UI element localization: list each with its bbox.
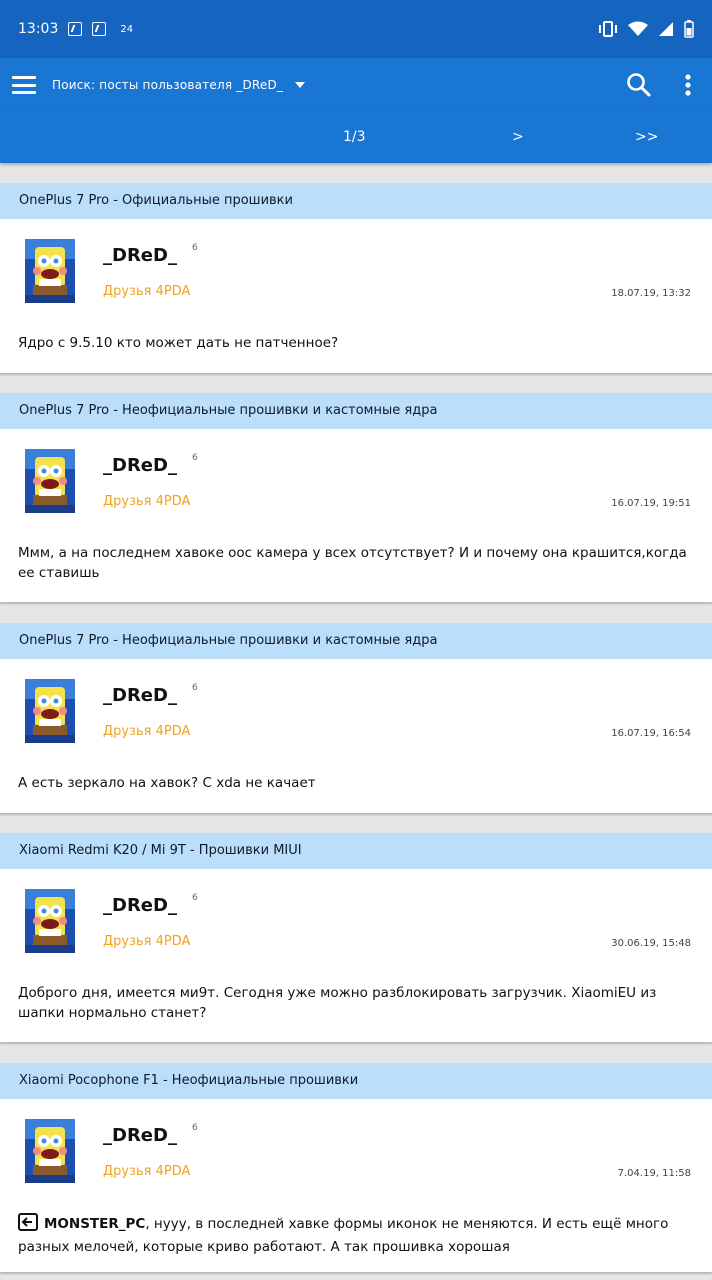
post: Xiaomi Redmi K20 / Mi 9T - Прошивки MIUI… — [0, 833, 712, 1042]
last-page-button[interactable]: >> — [635, 129, 658, 145]
author-group: Друзья 4PDA — [103, 724, 191, 739]
post-text: Ядро с 9.5.10 кто может дать не патченно… — [18, 335, 339, 351]
author-group: Друзья 4PDA — [103, 494, 191, 509]
post: OnePlus 7 Pro - Неофициальные прошивки и… — [0, 393, 712, 602]
post: OnePlus 7 Pro - Неофициальные прошивки и… — [0, 623, 712, 813]
author-group: Друзья 4PDA — [103, 934, 191, 949]
author-group: Друзья 4PDA — [103, 284, 191, 299]
quoted-user-link[interactable]: MONSTER_PC — [44, 1216, 145, 1232]
hamburger-menu-icon[interactable] — [12, 76, 36, 94]
post-topic[interactable]: OnePlus 7 Pro - Официальные прошивки — [0, 183, 712, 219]
post-text: А есть зеркало на хавок? С xda не качает — [18, 775, 316, 791]
post-card[interactable]: _DReD_ 6 Друзья 4PDA 16.07.19, 16:54 А е… — [0, 659, 712, 813]
page-indicator[interactable]: 1/3 — [343, 129, 366, 145]
status-time: 13:03 — [18, 21, 59, 37]
post-card[interactable]: _DReD_ 6 Друзья 4PDA 16.07.19, 19:51 Ммм… — [0, 429, 712, 602]
search-icon[interactable] — [626, 72, 652, 98]
notification-4pda-icon — [68, 22, 83, 36]
author-reputation: 6 — [192, 893, 198, 903]
vibrate-icon — [599, 21, 617, 37]
author-reputation: 6 — [192, 683, 198, 693]
avatar[interactable] — [25, 679, 75, 743]
avatar[interactable] — [25, 889, 75, 953]
author-reputation: 6 — [192, 243, 198, 253]
cell-signal-icon — [659, 22, 673, 36]
post-text: MONSTER_PC, нууу, в последней хавке форм… — [18, 1213, 694, 1257]
quote-reply-icon[interactable] — [18, 1213, 38, 1237]
post: Xiaomi Pocophone F1 - Неофициальные прош… — [0, 1063, 712, 1272]
post-topic[interactable]: OnePlus 7 Pro - Неофициальные прошивки и… — [0, 623, 712, 659]
post-author[interactable]: _DReD_ — [103, 245, 177, 266]
post-author[interactable]: _DReD_ — [103, 895, 177, 916]
post-author[interactable]: _DReD_ — [103, 455, 177, 476]
post-topic[interactable]: Xiaomi Pocophone F1 - Неофициальные прош… — [0, 1063, 712, 1099]
avatar[interactable] — [25, 1119, 75, 1183]
avatar[interactable] — [25, 239, 75, 303]
post-date: 16.07.19, 19:51 — [611, 498, 691, 509]
post: OnePlus 7 Pro - Официальные прошивки _DR… — [0, 183, 712, 373]
post-text: Ммм, а на последнем хавоке оос камера у … — [18, 545, 687, 581]
toolbar-title[interactable]: Поиск: посты пользователя _DReD_ — [52, 78, 283, 92]
author-reputation: 6 — [192, 453, 198, 463]
status-bar: 13:03 24 — [0, 0, 712, 58]
post-text: Доброго дня, имеется ми9т. Сегодня уже м… — [18, 985, 657, 1021]
notification-count: 24 — [120, 23, 134, 35]
post-topic[interactable]: OnePlus 7 Pro - Неофициальные прошивки и… — [0, 393, 712, 429]
app-toolbar: Поиск: посты пользователя _DReD_ — [0, 58, 712, 112]
more-vert-icon[interactable] — [684, 73, 692, 97]
avatar[interactable] — [25, 449, 75, 513]
wifi-icon — [628, 21, 648, 36]
notification-4pda-icon — [92, 22, 107, 36]
post-date: 18.07.19, 13:32 — [611, 288, 691, 299]
post-date: 30.06.19, 15:48 — [611, 938, 691, 949]
post-date: 16.07.19, 16:54 — [611, 728, 691, 739]
author-group: Друзья 4PDA — [103, 1164, 191, 1179]
post-card[interactable]: _DReD_ 6 Друзья 4PDA 7.04.19, 11:58 MONS… — [0, 1099, 712, 1272]
post-author[interactable]: _DReD_ — [103, 1125, 177, 1146]
author-reputation: 6 — [192, 1123, 198, 1133]
post-author[interactable]: _DReD_ — [103, 685, 177, 706]
chevron-down-icon[interactable] — [295, 82, 306, 88]
post-card[interactable]: _DReD_ 6 Друзья 4PDA 30.06.19, 15:48 Доб… — [0, 869, 712, 1042]
post-topic[interactable]: Xiaomi Redmi K20 / Mi 9T - Прошивки MIUI — [0, 833, 712, 869]
next-page-button[interactable]: > — [512, 129, 524, 145]
post-date: 7.04.19, 11:58 — [617, 1168, 691, 1179]
battery-icon — [684, 20, 694, 38]
post-card[interactable]: _DReD_ 6 Друзья 4PDA 18.07.19, 13:32 Ядр… — [0, 219, 712, 373]
pagination-bar: 1/3 > >> — [0, 112, 712, 163]
